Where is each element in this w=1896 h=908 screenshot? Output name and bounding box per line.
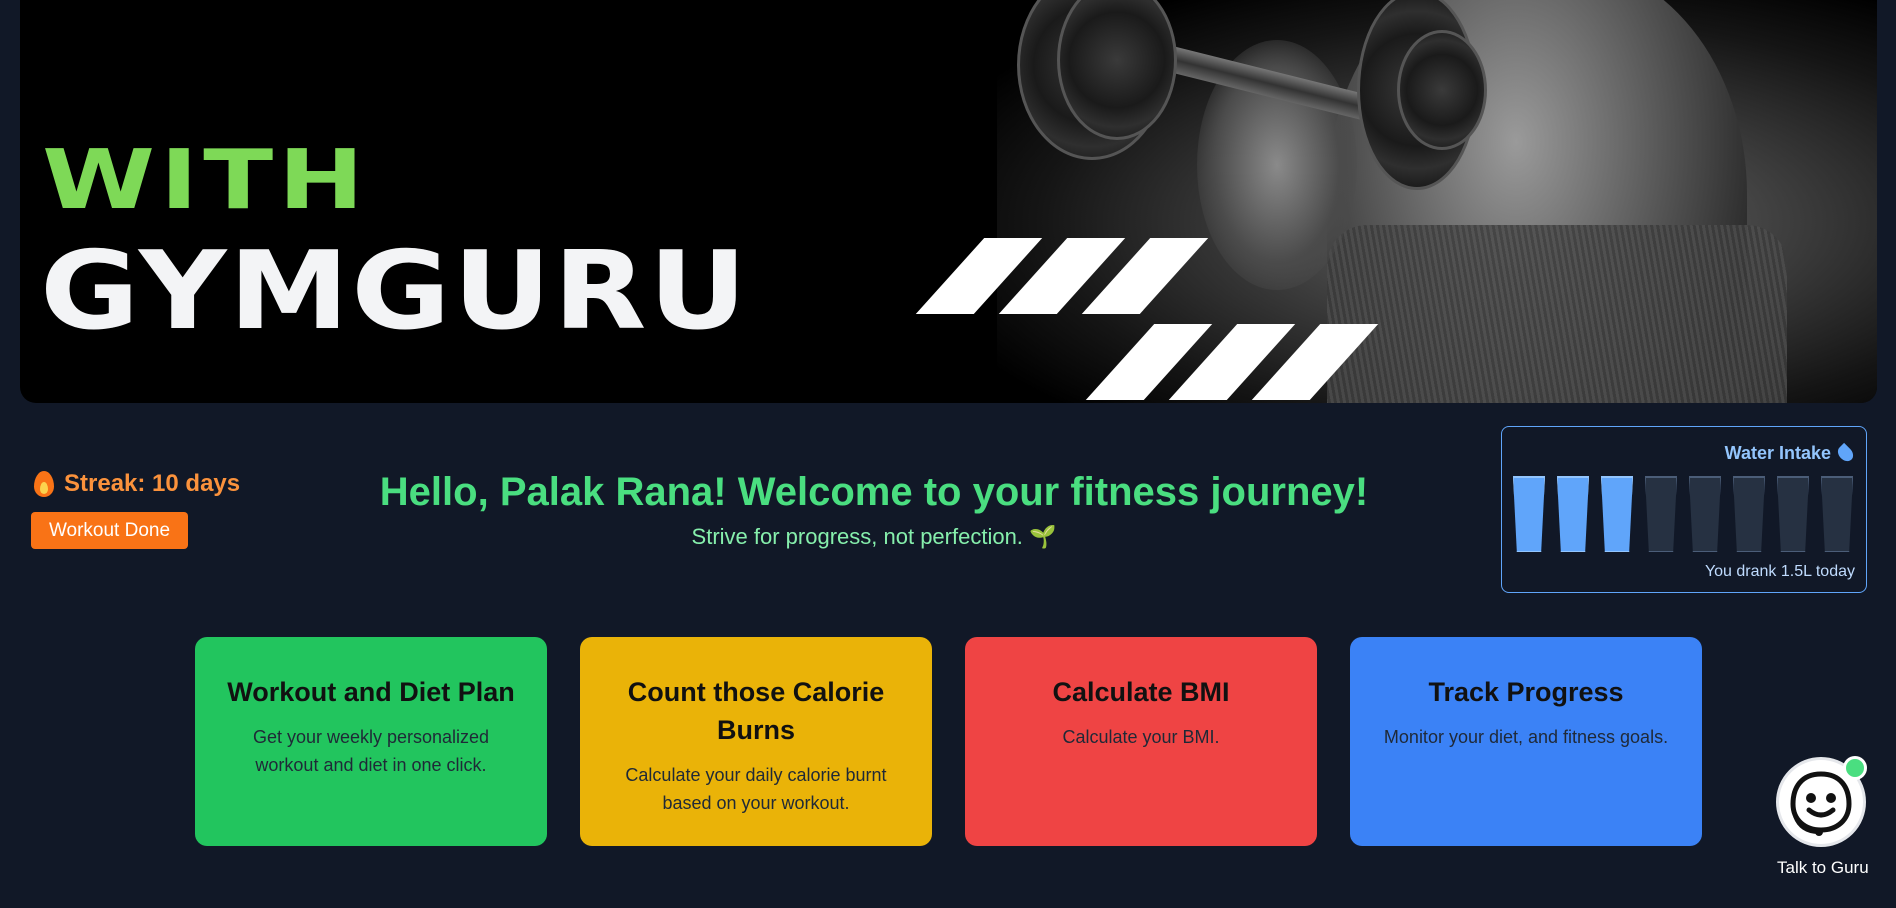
talk-to-guru-label: Talk to Guru (1777, 858, 1869, 877)
water-glass[interactable] (1513, 476, 1545, 552)
water-glass[interactable] (1557, 476, 1589, 552)
water-glass[interactable] (1733, 476, 1765, 552)
track-progress-card[interactable]: Track Progress Monitor your diet, and fi… (1350, 637, 1702, 846)
card-title: Calculate BMI (1052, 677, 1230, 707)
calculate-bmi-card[interactable]: Calculate BMI Calculate your BMI. (965, 637, 1317, 846)
water-glass[interactable] (1601, 476, 1633, 552)
workout-diet-plan-card[interactable]: Workout and Diet Plan Get your weekly pe… (195, 637, 547, 846)
water-glass[interactable] (1645, 476, 1677, 552)
card-title: Workout and Diet Plan (227, 677, 515, 707)
hero-athlete-image (997, 0, 1877, 403)
card-title: Count those Calorie Burns (627, 677, 885, 745)
water-glasses (1513, 476, 1853, 552)
card-title: Track Progress (1428, 677, 1624, 707)
guru-online-indicator (1843, 756, 1867, 780)
welcome-heading: Hello, Palak Rana! Welcome to your fitne… (379, 470, 1369, 514)
card-description: Monitor your diet, and fitness goals. (1383, 727, 1669, 747)
card-description: Calculate your BMI. (1062, 727, 1220, 747)
card-description: Calculate your daily calorie burnt based… (625, 765, 887, 813)
water-intake-label: Water Intake (1724, 443, 1831, 463)
card-description: Get your weekly personalized workout and… (252, 727, 490, 775)
water-intake-title: Water Intake (1724, 442, 1857, 465)
hero-banner: WITH GYMGURU (20, 0, 1877, 403)
hero-brand-title: GYMGURU (40, 229, 750, 354)
calorie-burn-card[interactable]: Count those Calorie Burns Calculate your… (580, 637, 932, 846)
water-drop-icon (1834, 442, 1857, 465)
water-glass[interactable] (1689, 476, 1721, 552)
water-status-text: You drank 1.5L today (1704, 563, 1855, 580)
water-glass[interactable] (1777, 476, 1809, 552)
hero-tagline: WITH (42, 133, 369, 228)
water-intake-card: Water Intake You drank 1.5L today (1501, 426, 1867, 593)
water-glass[interactable] (1821, 476, 1853, 552)
motto-text: Strive for progress, not perfection. 🌱 (691, 524, 1057, 549)
